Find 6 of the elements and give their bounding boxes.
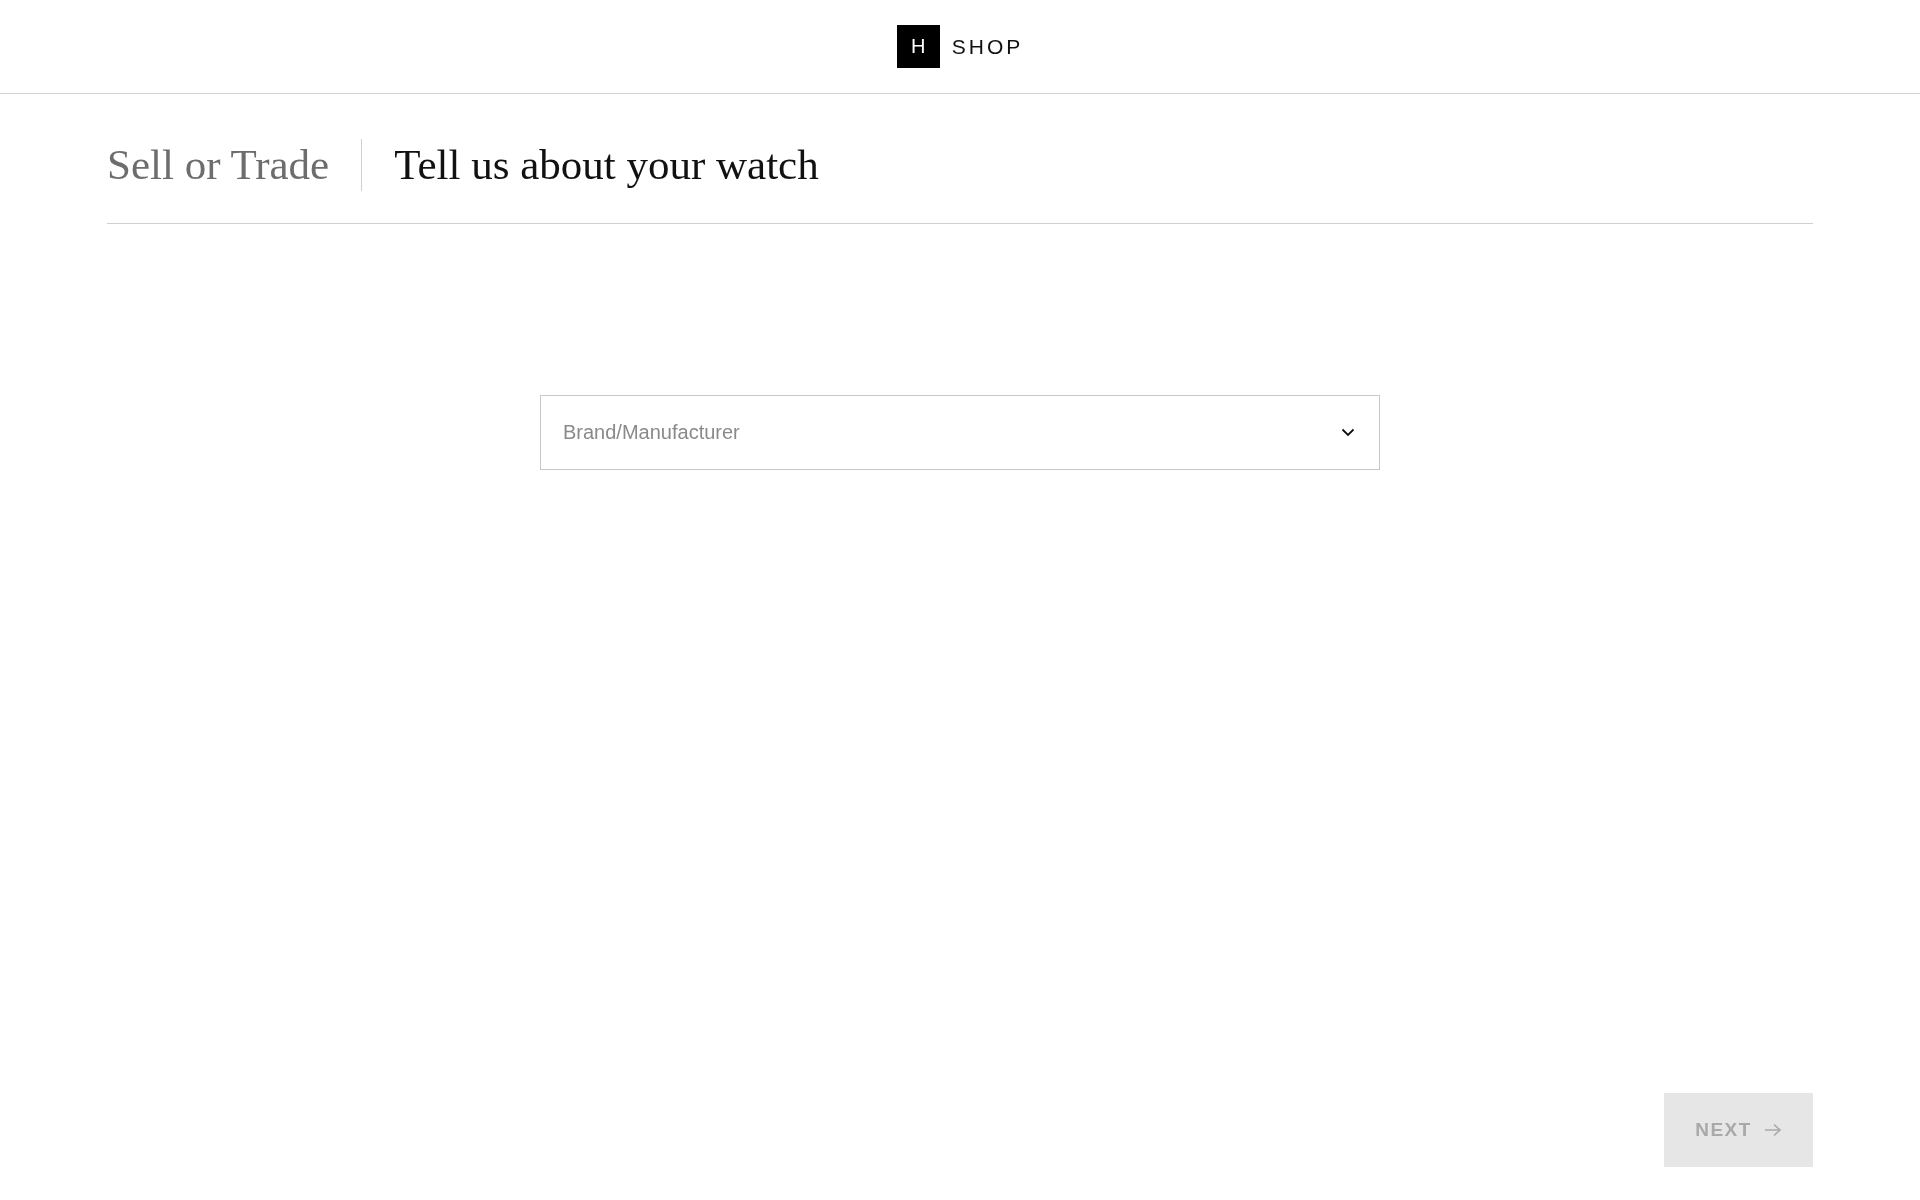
chevron-down-icon [1341,428,1355,437]
page-title: Tell us about your watch [394,140,819,189]
section-title: Sell or Trade [107,140,330,189]
logo-mark[interactable]: H [896,25,940,68]
arrow-right-icon [1763,1123,1782,1137]
logo-text[interactable]: SHOP [951,34,1024,59]
